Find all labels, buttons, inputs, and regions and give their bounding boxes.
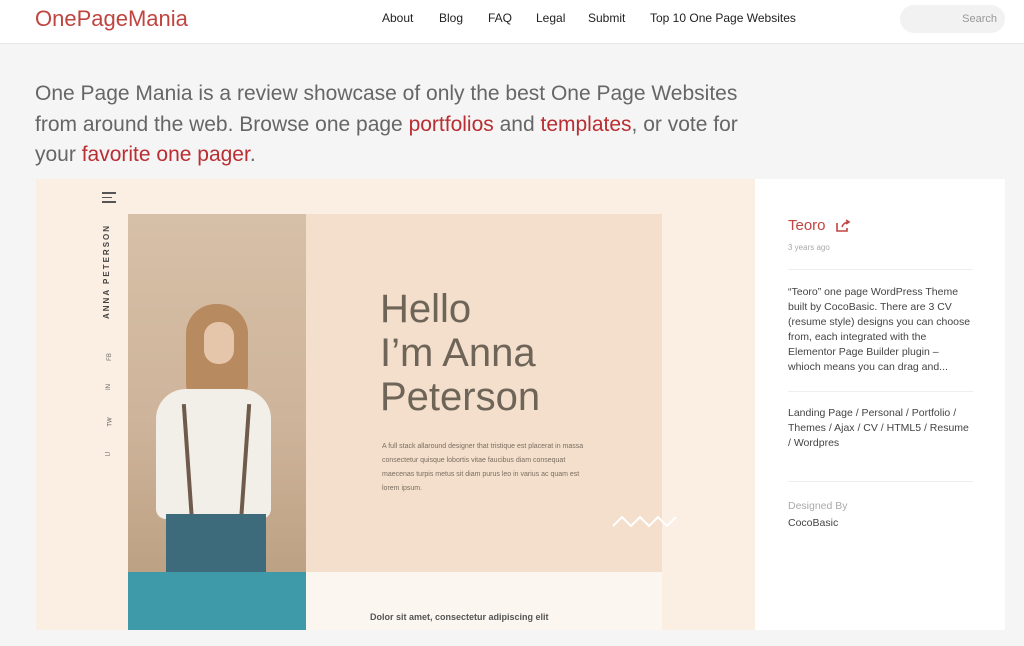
designed-by-label: Designed By [788, 500, 848, 512]
social-tw: TW [107, 417, 114, 427]
bottom-heading: Dolor sit amet, consectetur adipiscing e… [370, 612, 549, 622]
nav-submit[interactable]: Submit [588, 11, 625, 25]
site-logo[interactable]: OnePageMania [35, 6, 188, 32]
social-li: LI [105, 451, 112, 457]
external-link-icon[interactable] [835, 219, 851, 233]
nav-top10[interactable]: Top 10 One Page Websites [650, 11, 796, 25]
site-title[interactable]: Teoro [788, 217, 826, 234]
social-in: IN [106, 384, 112, 390]
bottom-section: Dolor sit amet, consectetur adipiscing e… [306, 572, 662, 630]
site-description: “Teoro” one page WordPress Theme built b… [788, 286, 971, 373]
divider [788, 269, 973, 270]
designer-link[interactable]: CocoBasic [788, 517, 838, 529]
search-input[interactable]: Search [900, 5, 1005, 33]
hero-heading: Hello I’m Anna Peterson [380, 287, 541, 419]
vertical-name: ANNA PETERSON [102, 223, 111, 319]
hamburger-icon [102, 192, 116, 206]
portfolios-link[interactable]: portfolios [409, 113, 494, 136]
divider [788, 391, 973, 392]
intro-text: One Page Mania is a review showcase of o… [35, 82, 738, 166]
nav-about[interactable]: About [382, 11, 413, 25]
templates-link[interactable]: templates [541, 113, 632, 136]
hero-blurb: A full stack allaround designer that tri… [382, 443, 584, 492]
social-fb: FB [106, 353, 113, 361]
divider [788, 481, 973, 482]
hero-panel: Hello I’m Anna Peterson A full stack all… [306, 214, 662, 572]
nav-blog[interactable]: Blog [439, 11, 463, 25]
zigzag-icon [612, 515, 677, 528]
post-date: 3 years ago [788, 243, 830, 252]
favorite-link[interactable]: favorite one pager [82, 143, 250, 166]
site-header: OnePageMania About Blog FAQ Legal Submit… [0, 0, 1024, 44]
nav-faq[interactable]: FAQ [488, 11, 512, 25]
teal-block [128, 572, 306, 630]
nav-legal[interactable]: Legal [536, 11, 565, 25]
site-details: Teoro 3 years ago “Teoro” one page WordP… [755, 179, 1005, 630]
site-preview[interactable]: ANNA PETERSON FB IN TW LI Hello I’m Anna… [36, 179, 755, 630]
site-tags[interactable]: Landing Page / Personal / Portfolio / Th… [788, 406, 973, 451]
portrait-photo [128, 214, 306, 572]
